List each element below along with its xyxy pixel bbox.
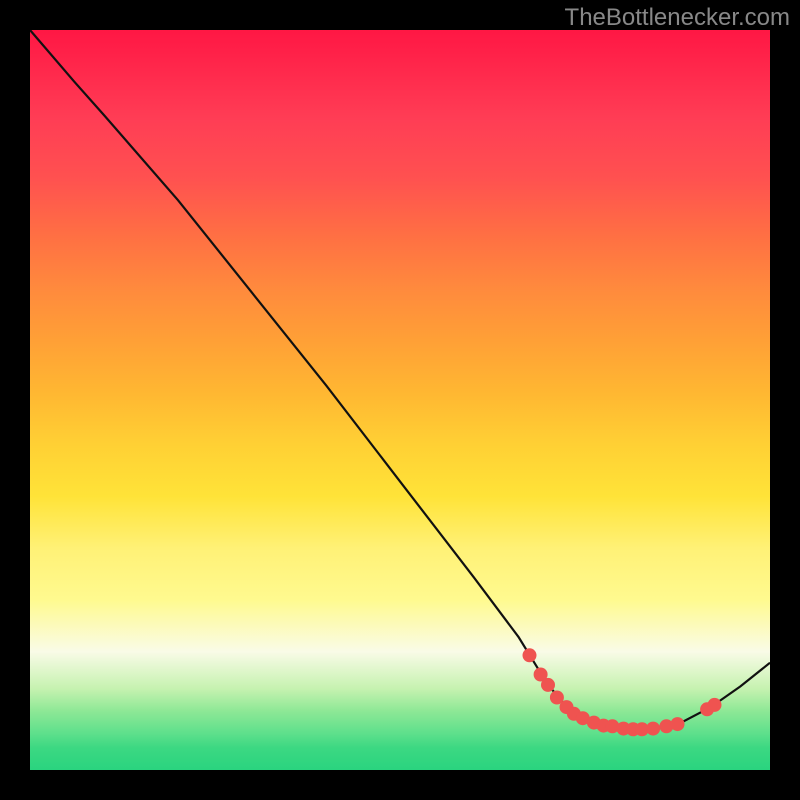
data-dot	[523, 648, 537, 662]
data-dot	[708, 698, 722, 712]
chart-svg	[30, 30, 770, 770]
data-dot	[659, 719, 673, 733]
data-dot	[587, 716, 601, 730]
data-dot	[550, 691, 564, 705]
data-dot	[635, 722, 649, 736]
data-dot	[534, 668, 548, 682]
data-dot	[576, 711, 590, 725]
attribution-label: TheBottlenecker.com	[565, 4, 790, 32]
data-dot	[617, 722, 631, 736]
data-dot	[646, 722, 660, 736]
data-dot	[605, 719, 619, 733]
chart-plot-area	[30, 30, 770, 770]
data-dot	[597, 719, 611, 733]
bottleneck-curve	[30, 30, 770, 729]
data-dot	[567, 707, 581, 721]
data-dot	[700, 702, 714, 716]
dots-group	[523, 648, 722, 736]
data-dot	[671, 717, 685, 731]
data-dot	[560, 700, 574, 714]
data-dot	[541, 678, 555, 692]
data-dot	[626, 722, 640, 736]
